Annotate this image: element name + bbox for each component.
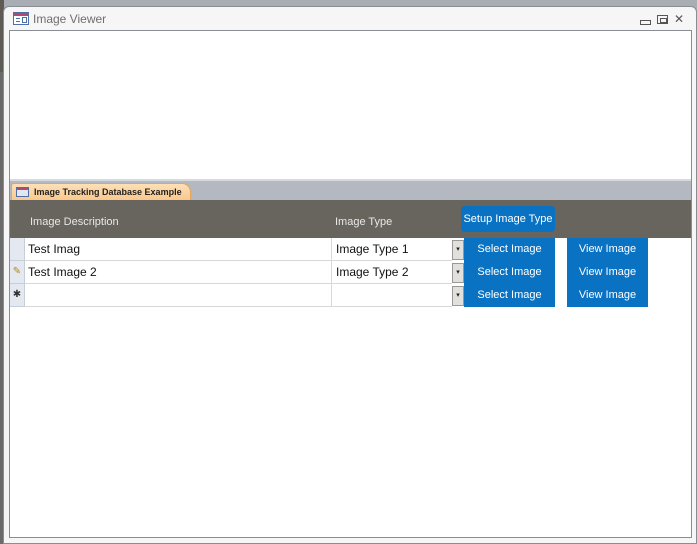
form-client-area: Image Tracking Database Example Image De…: [9, 30, 692, 538]
image-description-header: Image Description: [30, 216, 119, 228]
form-header: Image Description Image Type Setup Image…: [10, 200, 691, 238]
dropdown-arrow-icon[interactable]: ▾: [452, 263, 464, 283]
image-type-header: Image Type: [335, 216, 393, 228]
image-type-combo[interactable]: [332, 284, 452, 307]
new-record-icon[interactable]: ✱: [10, 284, 25, 307]
view-image-button[interactable]: View Image: [567, 284, 648, 307]
image-type-combo[interactable]: Image Type 2: [332, 261, 452, 284]
view-image-button[interactable]: View Image: [567, 261, 648, 284]
dropdown-arrow-icon[interactable]: ▾: [452, 240, 464, 260]
minimize-icon[interactable]: [640, 20, 651, 25]
image-description-field[interactable]: Test Imag: [25, 238, 332, 261]
edit-pencil-icon[interactable]: ✎: [10, 261, 25, 284]
dropdown-arrow-icon[interactable]: ▾: [452, 286, 464, 306]
image-description-field[interactable]: Test Image 2: [25, 261, 332, 284]
table-row: ✎ Test Image 2 Image Type 2 ▾ Select Ima…: [10, 261, 691, 284]
view-image-button[interactable]: View Image: [567, 238, 648, 261]
restore-icon[interactable]: [657, 15, 668, 24]
image-type-combo[interactable]: Image Type 1: [332, 238, 452, 261]
image-description-field[interactable]: [25, 284, 332, 307]
window-title: Image Viewer: [33, 12, 107, 26]
close-icon[interactable]: ✕: [674, 12, 684, 26]
tab-label: Image Tracking Database Example: [34, 187, 182, 197]
table-row-new: ✱ ▾ Select Image View Image: [10, 284, 691, 307]
setup-image-type-button[interactable]: Setup Image Type: [461, 206, 555, 232]
form-tab-icon: [16, 187, 29, 197]
select-image-button[interactable]: Select Image: [464, 284, 555, 307]
tab-image-tracking-database-example[interactable]: Image Tracking Database Example: [11, 183, 191, 201]
select-image-button[interactable]: Select Image: [464, 261, 555, 284]
title-bar: Image Viewer ✕: [4, 7, 696, 31]
image-viewer-window: Image Viewer ✕ Image Tracking Database E…: [3, 6, 697, 544]
select-image-button[interactable]: Select Image: [464, 238, 555, 261]
document-tab-strip: Image Tracking Database Example: [10, 179, 691, 201]
record-selector[interactable]: [10, 238, 25, 261]
table-row: Test Imag Image Type 1 ▾ Select Image Vi…: [10, 238, 691, 261]
form-icon: [13, 12, 29, 25]
